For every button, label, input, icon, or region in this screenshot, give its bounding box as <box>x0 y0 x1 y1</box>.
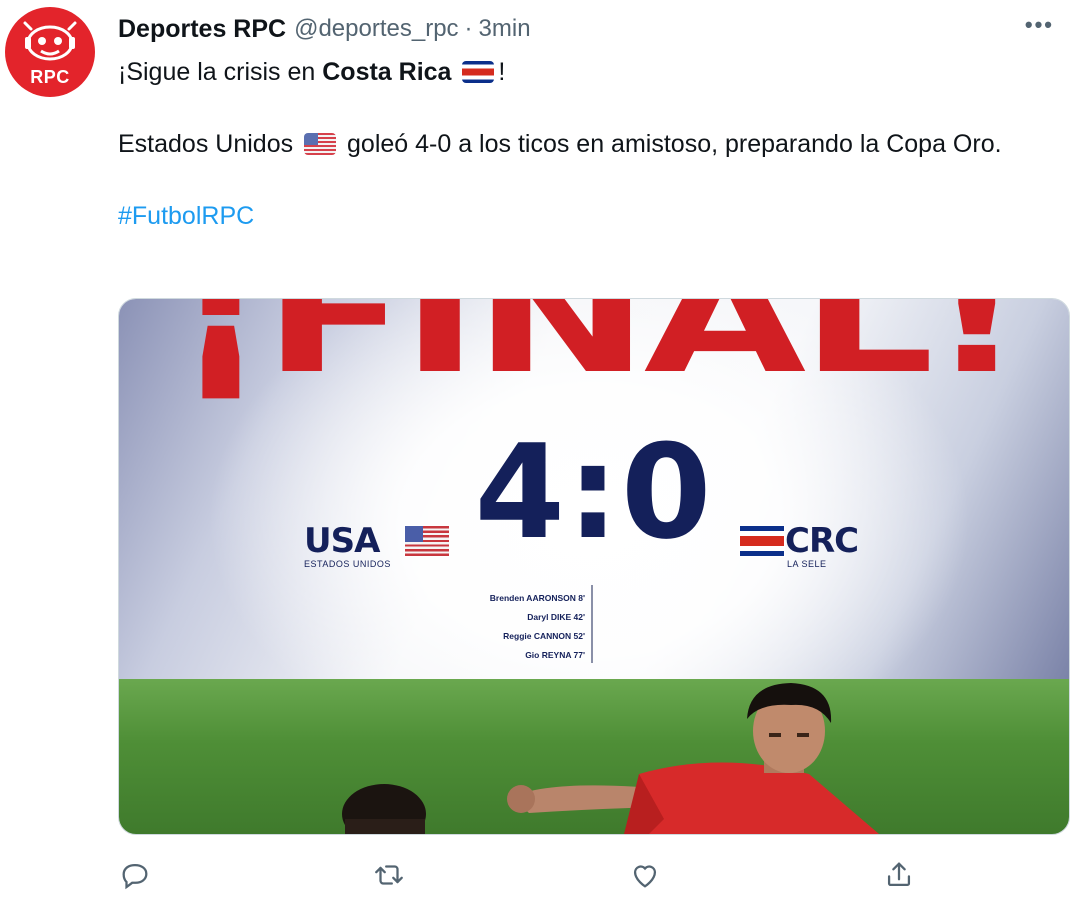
hashtag-link[interactable]: #FutbolRPC <box>118 202 254 230</box>
action-bar <box>118 858 978 894</box>
timestamp[interactable]: 3min <box>479 15 531 43</box>
scoreboard-graphic: ¡FINAL! 4:0 USA ESTADOS UNIDOS CRC LA SE… <box>119 299 1069 679</box>
players-photo <box>342 683 879 834</box>
home-team-name: USA <box>304 521 380 561</box>
handle[interactable]: @deportes_rpc <box>294 15 458 43</box>
text-line-2-suffix: goleó 4-0 a los ticos en amistoso, prepa… <box>340 130 1002 158</box>
more-horizontal-icon[interactable]: ••• <box>1025 12 1054 38</box>
text-line-2: Estados Unidos goleó 4-0 a los ticos en … <box>118 126 1058 162</box>
tweet-text: ¡Sigue la crisis en Costa Rica ! Estados… <box>118 54 1058 234</box>
scorers-divider <box>591 585 593 663</box>
pitch-photo <box>119 679 1069 834</box>
tweet-header: Deportes RPC @deportes_rpc · 3min <box>118 12 531 46</box>
team-away: CRC LA SELE <box>739 521 859 569</box>
like-icon[interactable] <box>628 858 662 892</box>
text-line-1: ¡Sigue la crisis en Costa Rica ! <box>118 54 1058 90</box>
reply-icon[interactable] <box>118 858 152 892</box>
text-line-1-prefix: ¡Sigue la crisis en <box>118 58 323 86</box>
home-team-subtitle: ESTADOS UNIDOS <box>304 559 391 569</box>
costa-rica-flag-icon <box>462 61 495 83</box>
costa-rica-flag-icon <box>739 525 785 557</box>
tweet: RPC Deportes RPC @deportes_rpc · 3min ••… <box>0 0 1078 900</box>
retweet-icon[interactable] <box>372 858 406 892</box>
text-country: Costa Rica <box>322 58 452 86</box>
usa-flag-icon <box>404 525 450 557</box>
media-image[interactable]: ¡FINAL! 4:0 USA ESTADOS UNIDOS CRC LA SE… <box>118 298 1070 835</box>
scorer-item: Daryl DIKE 42' <box>527 612 585 622</box>
avatar[interactable]: RPC <box>5 7 95 97</box>
text-line-2-prefix: Estados Unidos <box>118 130 294 158</box>
away-team-name: CRC <box>785 521 859 561</box>
scorer-item: Brenden AARONSON 8' <box>489 593 585 603</box>
usa-flag-icon <box>304 133 337 155</box>
team-home: USA ESTADOS UNIDOS <box>304 521 450 569</box>
separator-dot: · <box>464 15 473 42</box>
final-title: ¡FINAL! <box>172 298 1025 407</box>
display-name[interactable]: Deportes RPC <box>118 15 286 44</box>
share-icon[interactable] <box>882 858 916 892</box>
scorer-item: Gio REYNA 77' <box>525 650 585 660</box>
scorer-item: Reggie CANNON 52' <box>503 631 585 641</box>
scorers-list: Brenden AARONSON 8' Daryl DIKE 42' Reggi… <box>419 589 585 665</box>
avatar-label: RPC <box>30 67 70 87</box>
final-score: 4:0 <box>474 416 714 568</box>
text-line-1-suffix: ! <box>498 58 506 86</box>
